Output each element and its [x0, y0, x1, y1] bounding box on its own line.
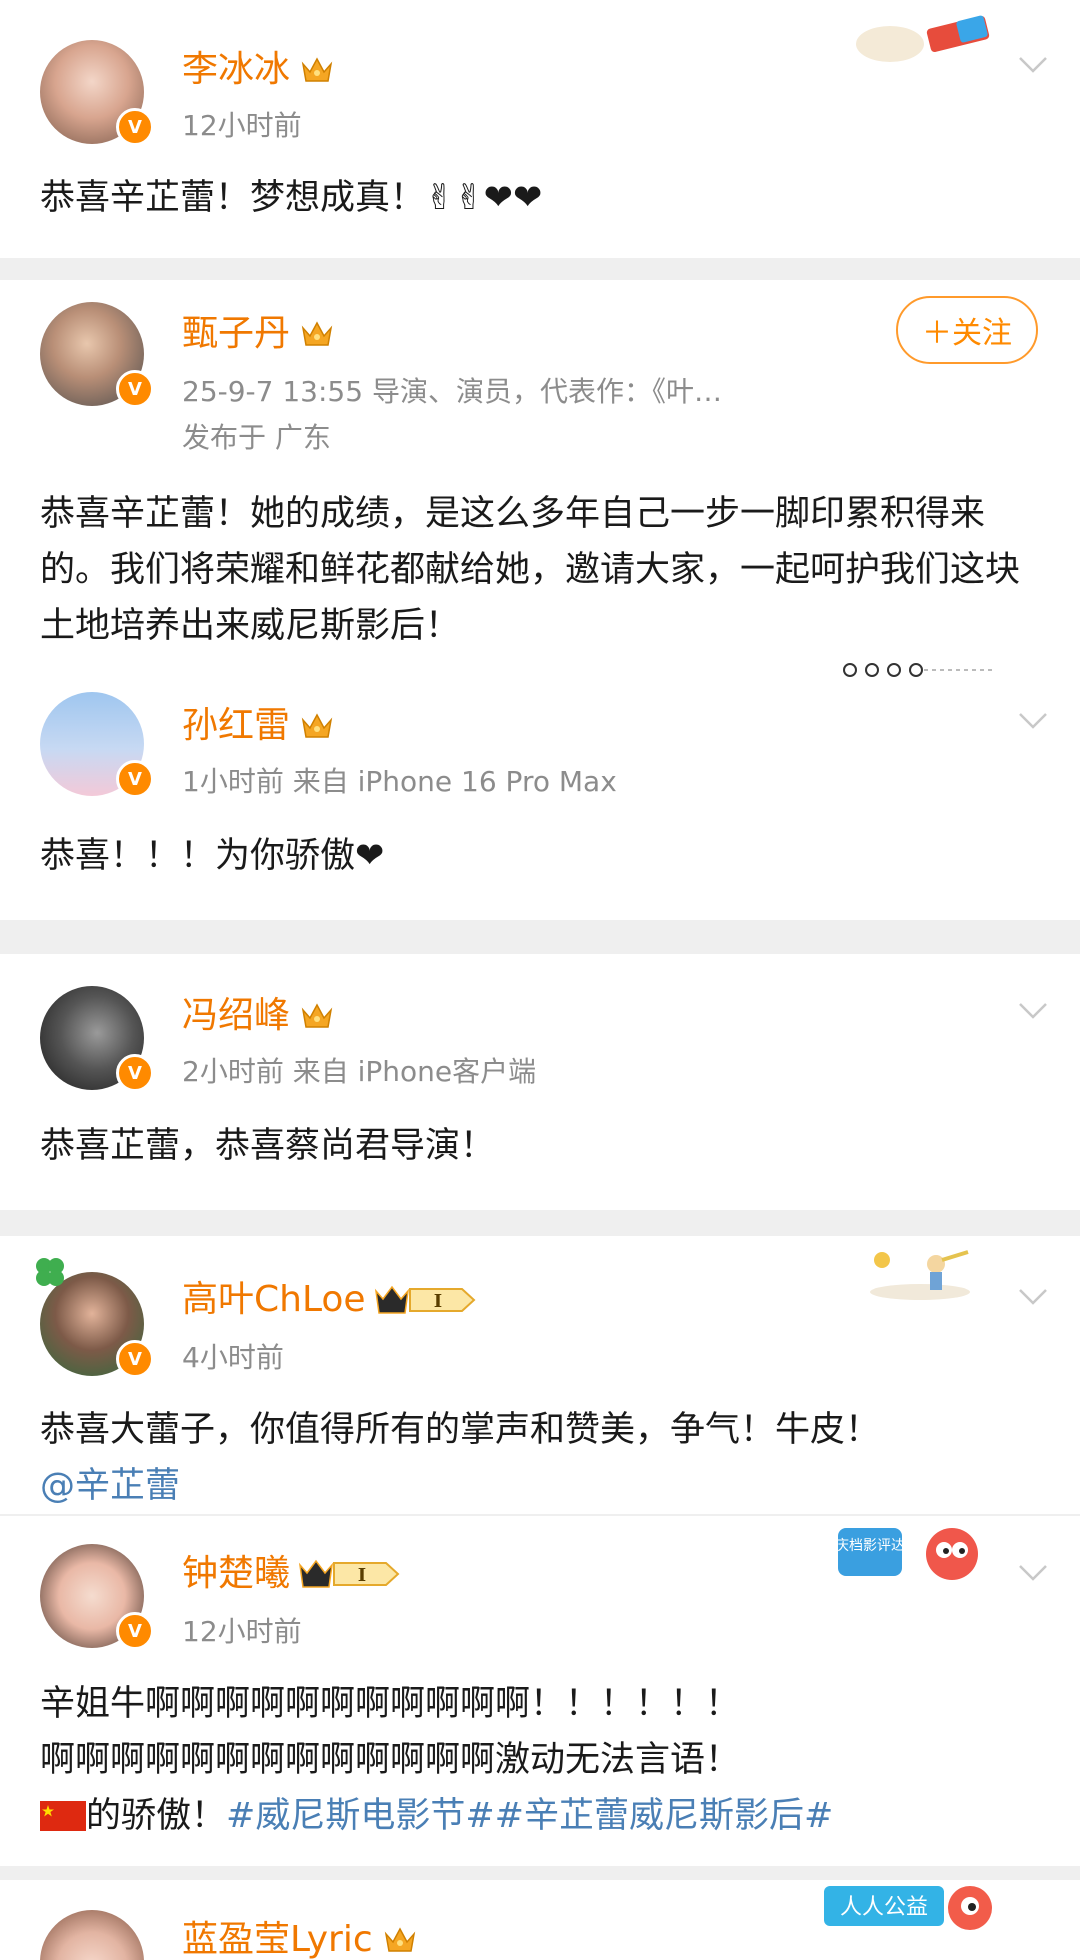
user-name[interactable]: 冯绍峰 — [182, 986, 334, 1038]
verified-icon: V — [116, 370, 154, 408]
post-feng-shaofeng: V 冯绍峰 2小时前 来自 iPhone客户端 恭喜芷蕾，恭喜蔡尚君导演！ — [0, 954, 1080, 1210]
post-text: 辛姐牛啊啊啊啊啊啊啊啊啊啊啊！！！！！！ 啊啊啊啊啊啊啊啊啊啊啊啊啊激动无法言语… — [40, 1676, 1046, 1844]
verified-icon: V — [116, 1612, 154, 1650]
user-name[interactable]: 蓝盈莹Lyric — [182, 1910, 417, 1960]
decoration-sticker-3d-glasses — [850, 12, 1000, 68]
china-flag-icon — [40, 1801, 86, 1831]
verified-icon: V — [116, 760, 154, 798]
crown-rank-icon: I — [298, 1559, 400, 1588]
post-text-main: 恭喜大蕾子，你值得所有的掌声和赞美，争气！牛皮！ — [40, 1410, 881, 1450]
post-sun-honglei: V 孙红雷 1小时前 来自 iPhone 16 Pro Max 恭喜！！！为你骄… — [0, 652, 1080, 920]
chevron-down-icon[interactable] — [1018, 712, 1048, 730]
chevron-down-icon[interactable] — [1018, 56, 1048, 74]
post-text: 恭喜辛芷蕾！梦想成真！✌✌❤❤ — [40, 178, 543, 218]
verified-icon: V — [116, 1054, 154, 1092]
post-text: 恭喜辛芷蕾！她的成绩，是这么多年自己一步一脚印累积得来的。我们将荣耀和鲜花都献给… — [40, 494, 1021, 646]
post-meta: 12小时前 — [182, 1615, 302, 1648]
post-separator — [0, 1866, 1080, 1880]
post-text: 恭喜！！！为你骄傲❤ — [40, 836, 385, 876]
rank-label: I — [358, 1565, 366, 1586]
post-meta: 2小时前 来自 iPhone客户端 — [182, 1055, 537, 1088]
post-meta: 25-9-7 13:55 导演、演员，代表作：《叶… — [182, 375, 722, 408]
crown-rank-icon: I — [374, 1285, 476, 1314]
post-zhong-chuxi: 国庆档影评达人 V 钟楚曦I 12小时前 辛姐牛啊啊啊啊啊啊啊啊啊啊啊！！！！！… — [0, 1514, 1080, 1866]
post-separator — [0, 920, 1080, 954]
post-lan-yingying: 人人公益 蓝盈莹Lyric — [0, 1880, 1080, 1960]
decoration-sticker-charity: 人人公益 — [820, 1880, 1000, 1952]
user-name[interactable]: 李冰冰 — [182, 40, 334, 92]
follow-button[interactable]: ＋关注 — [896, 296, 1038, 364]
post-meta: 1小时前 来自 iPhone 16 Pro Max — [182, 765, 617, 798]
crown-icon — [301, 321, 333, 346]
verified-icon: V — [116, 108, 154, 146]
decoration-sticker-bikes — [838, 656, 998, 680]
chevron-down-icon[interactable] — [1018, 1564, 1048, 1582]
chevron-down-icon[interactable] — [1018, 1288, 1048, 1306]
post-text: 恭喜大蕾子，你值得所有的掌声和赞美，争气！牛皮！ @辛芷蕾 — [40, 1402, 1046, 1514]
avatar[interactable] — [40, 1910, 144, 1960]
post-gao-ye: V 高叶ChLoe I 4小时前 恭喜大蕾子，你值得所有的掌声和赞美，争气！牛皮！… — [0, 1236, 1080, 1514]
post-separator — [0, 1210, 1080, 1236]
crown-icon — [301, 713, 333, 738]
sticker-label: 国庆档影评达人 — [834, 1538, 919, 1554]
sticker-label: 人人公益 — [840, 1895, 928, 1920]
crown-icon — [301, 57, 333, 82]
topic-link[interactable]: #威尼斯电影节##辛芷蕾威尼斯影后# — [226, 1796, 833, 1836]
post-meta: 4小时前 — [182, 1341, 284, 1374]
decoration-sticker-film-critic: 国庆档影评达人 — [821, 1520, 1002, 1590]
verified-icon: V — [116, 1340, 154, 1378]
clover-icon — [36, 1258, 64, 1286]
post-separator — [0, 258, 1080, 280]
post-li-bingbing: V 李冰冰 12小时前 恭喜辛芷蕾！梦想成真！✌✌❤❤ — [0, 0, 1080, 258]
post-text: 恭喜芷蕾，恭喜蔡尚君导演！ — [40, 1126, 496, 1166]
post-text-line-2: 啊啊啊啊啊啊啊啊啊啊啊啊啊激动无法言语！ — [40, 1740, 741, 1780]
user-name[interactable]: 高叶ChLoe I — [182, 1270, 478, 1322]
user-name[interactable]: 钟楚曦 I — [182, 1544, 402, 1596]
mention-link[interactable]: @辛芷蕾 — [40, 1466, 180, 1506]
post-location: 发布于 广东 — [182, 421, 331, 454]
user-name[interactable]: 孙红雷 — [182, 696, 334, 748]
rank-label: I — [433, 1291, 441, 1312]
user-name[interactable]: 甄子丹 — [182, 304, 334, 356]
post-text-line-3: 的骄傲！ — [86, 1796, 227, 1836]
decoration-sticker-little-prince — [850, 1240, 990, 1302]
post-meta: 12小时前 — [182, 109, 302, 142]
crown-icon — [384, 1927, 415, 1952]
chevron-down-icon[interactable] — [1018, 1002, 1048, 1020]
crown-icon — [301, 1003, 333, 1028]
post-text-line-1: 辛姐牛啊啊啊啊啊啊啊啊啊啊啊！！！！！！ — [40, 1684, 741, 1724]
